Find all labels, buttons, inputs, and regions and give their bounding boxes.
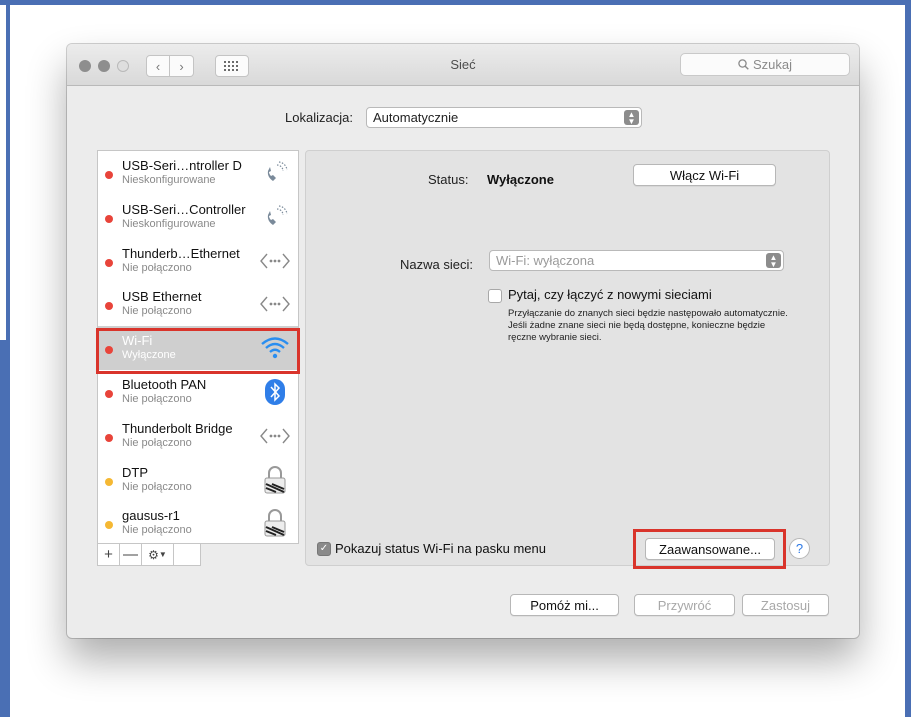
frame-border-right (905, 0, 911, 717)
service-name: Thunderbolt Bridge (122, 420, 233, 436)
frame-border-left (6, 0, 10, 717)
location-select[interactable]: Automatycznie ▲ ▼ (366, 107, 642, 128)
service-name: USB Ethernet (122, 289, 202, 305)
chevron-down-icon: ▼ (158, 550, 167, 559)
status-dot-red (105, 433, 113, 442)
search-placeholder: Szukaj (752, 57, 793, 72)
gear-icon: ⚙ (148, 547, 159, 562)
ethernet-arrows-icon (258, 422, 292, 450)
ethernet-arrows-icon (258, 290, 292, 318)
apply-button[interactable]: Zastosuj (742, 594, 829, 616)
titlebar: ‹ › Sieć Szukaj (67, 44, 859, 86)
status-value: Wyłączone (487, 172, 554, 187)
location-value: Automatycznie (373, 110, 459, 125)
service-status: Nie połączono (122, 480, 192, 493)
status-dot-red (105, 258, 113, 267)
service-list-controls: + — ⚙ ▼ (97, 544, 201, 566)
status-dot-red (105, 390, 113, 398)
lock-icon (258, 465, 292, 494)
status-dot-red (105, 171, 113, 179)
bluetooth-icon (258, 378, 292, 406)
location-label: Lokalizacja: (285, 110, 353, 125)
service-name: USB-Seri…ntroller D (122, 158, 242, 173)
ethernet-arrows-icon (258, 247, 292, 275)
service-item[interactable]: USB-Seri…ntroller D Nieskonfigurowane (98, 151, 298, 195)
service-status: Nieskonfigurowane (122, 174, 216, 186)
actions-menu-button[interactable]: ⚙ ▼ (142, 544, 174, 565)
show-wifi-status-checkbox[interactable]: ✓ (317, 542, 331, 556)
ask-join-description: Przyłączanie do znanych sieci będzie nas… (508, 308, 788, 343)
status-dot-red (105, 302, 113, 311)
service-name: Thunderb…Ethernet (122, 245, 240, 261)
service-status: Nie połączono (122, 305, 192, 318)
updown-arrows-icon: ▲ ▼ (624, 110, 639, 125)
service-status: Nie połączono (122, 261, 192, 274)
service-item[interactable]: USB Ethernet Nie połączono (98, 282, 298, 326)
revert-button[interactable]: Przywróć (634, 594, 735, 616)
lock-icon (258, 509, 292, 537)
ask-join-label: Pytaj, czy łączyć z nowymi sieciami (508, 287, 712, 302)
frame-border-top (0, 0, 911, 5)
advanced-highlight-box (633, 529, 786, 569)
help-button[interactable]: ? (789, 538, 810, 559)
service-item[interactable]: DTP Nie połączono (98, 458, 298, 502)
network-name-label: Nazwa sieci: (400, 257, 473, 272)
service-item[interactable]: Bluetooth PAN Nie połączono (98, 370, 298, 414)
service-status: Nieskonfigurowane (122, 217, 216, 230)
detail-pane (305, 150, 830, 566)
search-field[interactable]: Szukaj (680, 53, 850, 76)
assist-me-button[interactable]: Pomóż mi... (510, 594, 619, 616)
ask-join-checkbox[interactable] (488, 289, 502, 303)
phone-icon (258, 159, 292, 187)
service-item[interactable]: USB-Seri…Controller Nieskonfigurowane (98, 195, 298, 239)
frame-border-notch (0, 340, 6, 717)
updown-arrows-icon: ▲ ▼ (766, 253, 781, 268)
service-status: Nie połączono (122, 524, 192, 537)
service-name: gausus-r1 (122, 508, 180, 524)
status-label: Status: (428, 172, 469, 187)
turn-on-wifi-button[interactable]: Włącz Wi-Fi (633, 164, 776, 186)
checkmark-icon: ✓ (319, 543, 329, 554)
search-icon (738, 59, 749, 70)
wifi-highlight-box (96, 328, 300, 374)
remove-service-button[interactable]: — (120, 544, 142, 565)
show-wifi-status-label: Pokazuj status Wi-Fi na pasku menu (335, 541, 546, 556)
network-preferences-window: ‹ › Sieć Szukaj Lokalizacja: Automatyczn… (67, 44, 859, 638)
service-item[interactable]: Thunderbolt Bridge Nie połączono (98, 414, 298, 458)
service-item[interactable]: Thunderb…Ethernet Nie połączono (98, 239, 298, 283)
service-name: USB-Seri…Controller (122, 201, 246, 217)
add-service-button[interactable]: + (98, 544, 120, 565)
status-dot-yellow (105, 521, 113, 530)
status-dot-red (105, 214, 113, 223)
network-name-value: Wi-Fi: wyłączona (496, 253, 595, 268)
service-status: Nie połączono (122, 393, 192, 405)
service-name: Bluetooth PAN (122, 377, 207, 392)
phone-icon (258, 203, 292, 231)
service-item[interactable]: gausus-r1 Nie połączono (98, 501, 298, 545)
status-dot-yellow (105, 477, 113, 486)
network-name-select[interactable]: Wi-Fi: wyłączona ▲ ▼ (489, 250, 784, 271)
service-status: Nie połączono (122, 436, 192, 449)
service-name: DTP (122, 464, 148, 480)
